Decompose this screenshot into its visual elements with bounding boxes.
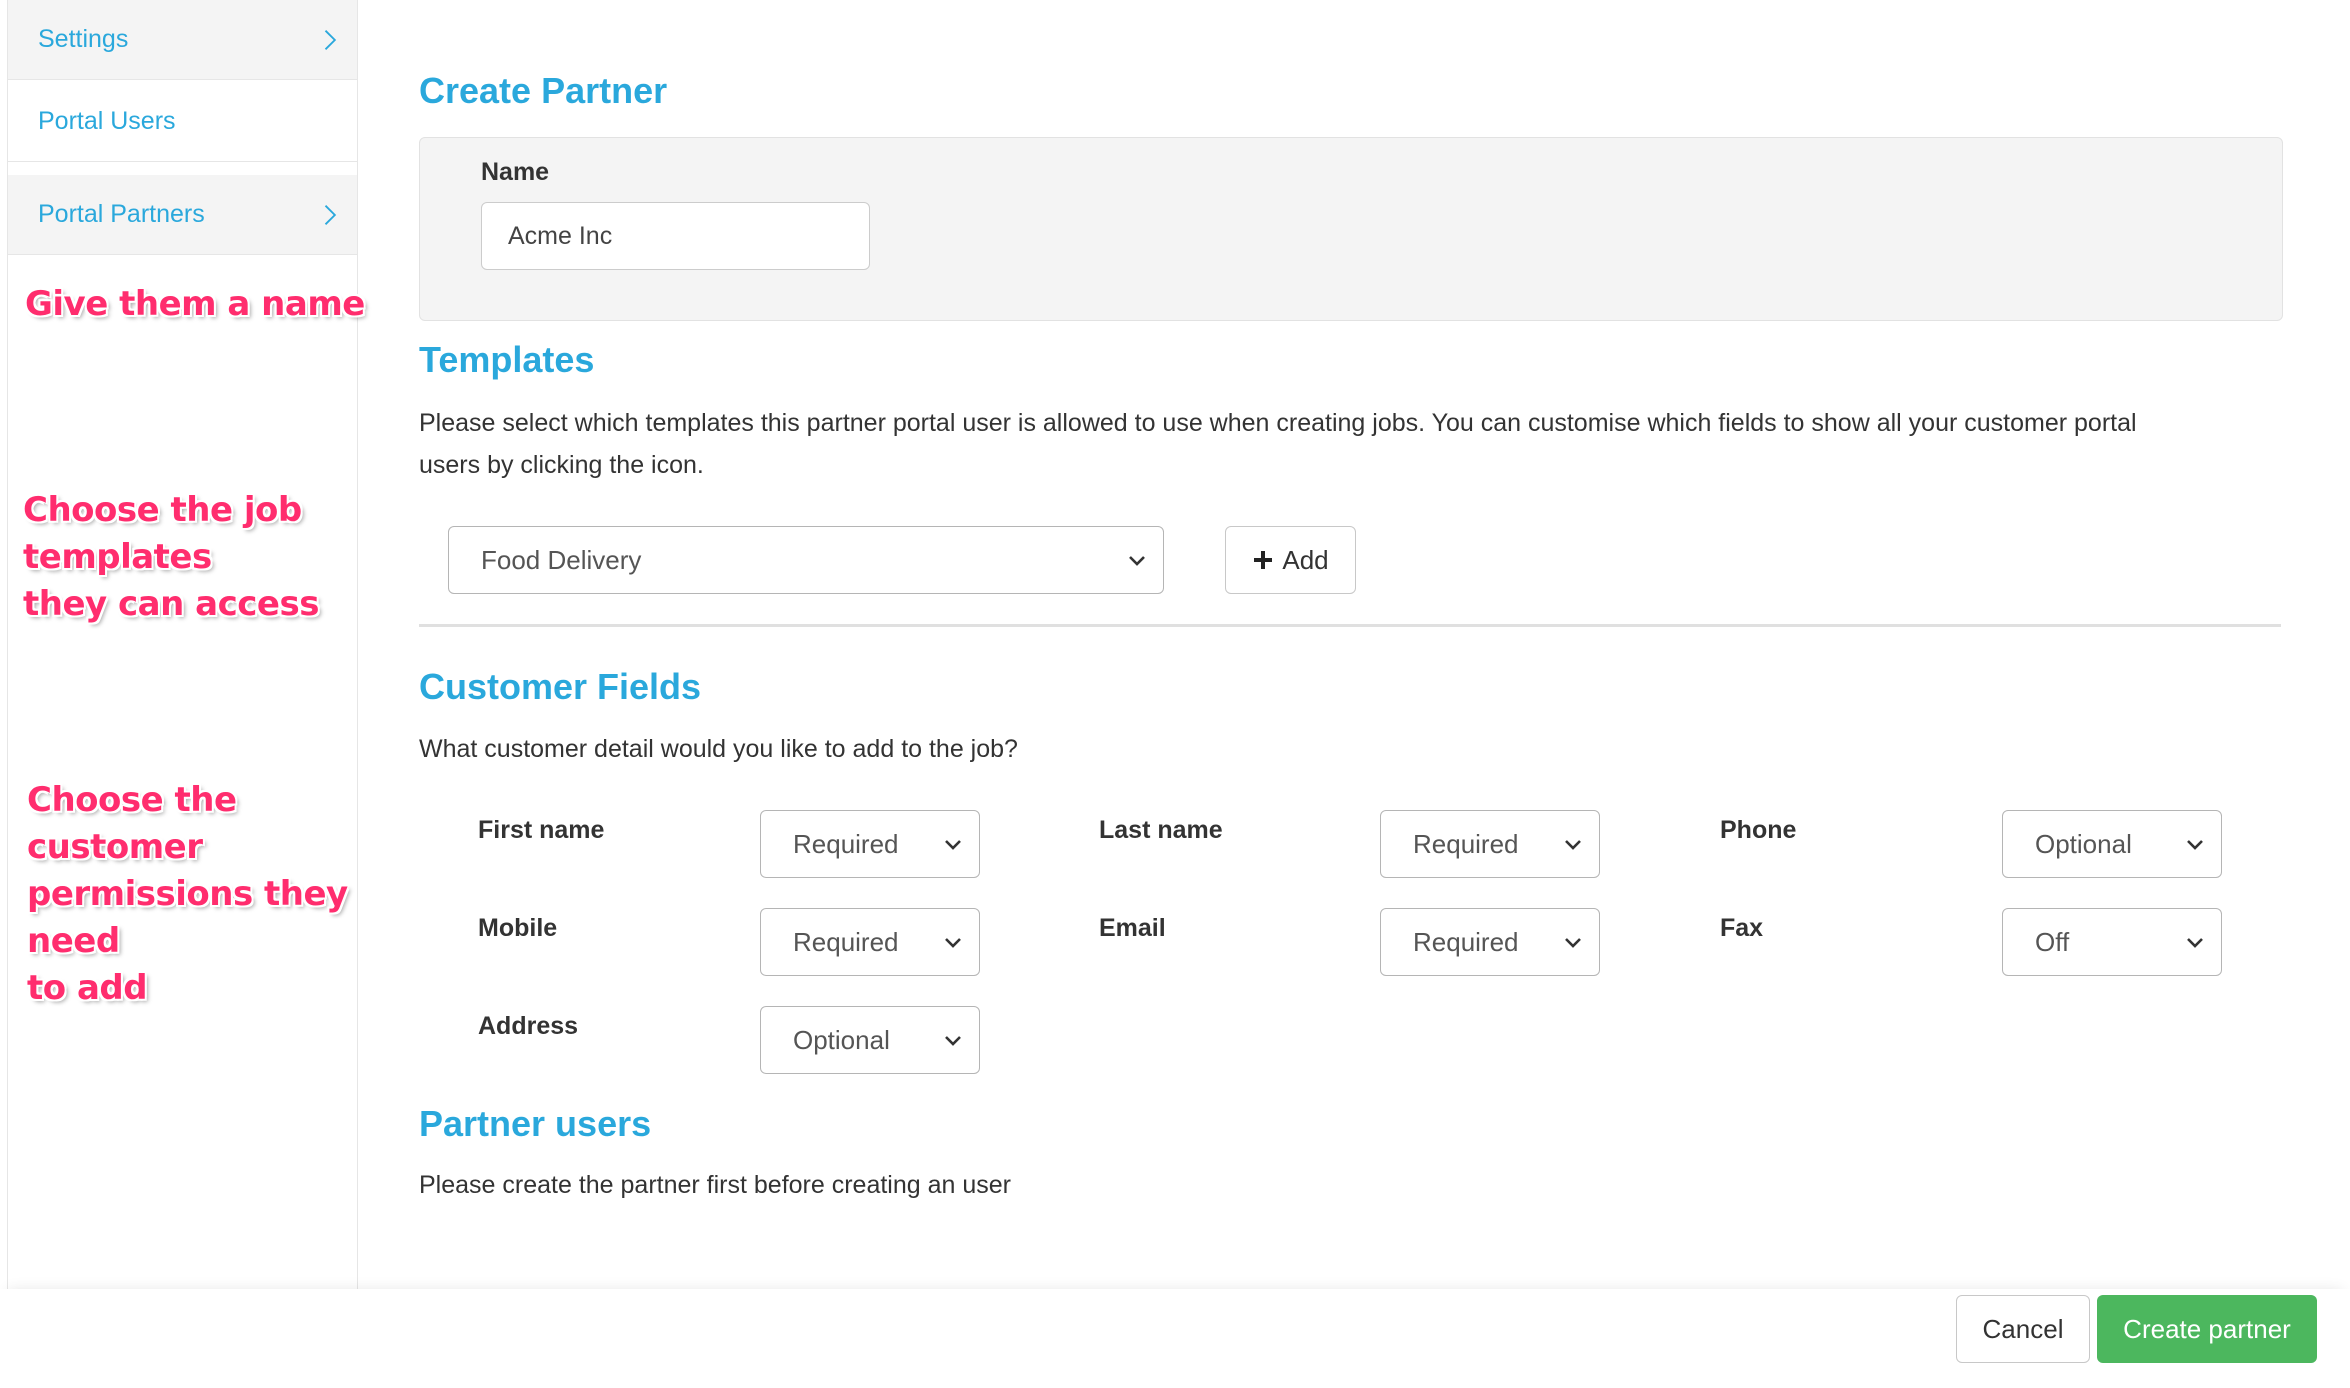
chevron-down-icon [1565,938,1581,948]
fax-select[interactable]: Off [2002,908,2222,976]
templates-heading: Templates [419,339,595,380]
plus-icon [1254,551,1273,569]
sidebar: Settings Portal Users Portal Partners [7,0,358,1290]
first-name-select[interactable]: Required [760,810,980,878]
mobile-select[interactable]: Required [760,908,980,976]
sidebar-item-portal-partners[interactable]: Portal Partners [8,175,357,255]
sidebar-item-label: Portal Users [38,107,176,135]
field-label-last-name: Last name [1099,816,1223,844]
chevron-down-icon [2187,938,2203,948]
sidebar-item-portal-users[interactable]: Portal Users [8,82,357,162]
chevron-down-icon [1129,556,1145,566]
field-label-mobile: Mobile [478,914,558,942]
customer-fields-description: What customer detail would you like to a… [419,735,1018,763]
phone-select[interactable]: Optional [2002,810,2222,878]
annotation-templates-hint: Choose the job templates they can access [23,490,319,624]
name-input-value: Acme Inc [508,221,613,250]
template-select[interactable]: Food Delivery [448,526,1164,594]
chevron-down-icon [2187,840,2203,850]
partner-users-heading: Partner users [419,1103,652,1144]
chevron-down-icon [1565,840,1581,850]
name-panel: Name Acme Inc [419,137,2283,321]
templates-description: Please select which templates this partn… [419,409,2137,479]
address-select[interactable]: Optional [760,1006,980,1074]
chevron-down-icon [945,840,961,850]
section-divider [419,624,2281,627]
annotation-customer-hint: Choose the customer permissions they nee… [27,780,348,1008]
cancel-button[interactable]: Cancel [1956,1295,2090,1363]
chevron-down-icon [945,938,961,948]
chevron-right-icon [324,30,337,50]
sidebar-item-label: Settings [38,25,129,53]
field-label-address: Address [478,1012,579,1040]
email-select[interactable]: Required [1380,908,1600,976]
field-label-phone: Phone [1720,816,1797,844]
customer-fields-heading: Customer Fields [419,666,702,707]
annotation-name-hint: Give them a name [25,284,365,324]
create-partner-button[interactable]: Create partner [2097,1295,2317,1363]
name-label: Name [481,158,550,186]
name-input[interactable]: Acme Inc [481,202,870,270]
field-label-first-name: First name [478,816,605,844]
chevron-down-icon [945,1036,961,1046]
last-name-select[interactable]: Required [1380,810,1600,878]
page-title: Create Partner [419,70,668,111]
sidebar-item-label: Portal Partners [38,200,205,228]
partner-users-description: Please create the partner first before c… [419,1171,1011,1199]
chevron-right-icon [324,205,337,225]
add-template-button[interactable]: Add [1225,526,1356,594]
field-label-fax: Fax [1720,914,1764,942]
sidebar-item-settings[interactable]: Settings [8,0,357,80]
field-label-email: Email [1099,914,1166,942]
